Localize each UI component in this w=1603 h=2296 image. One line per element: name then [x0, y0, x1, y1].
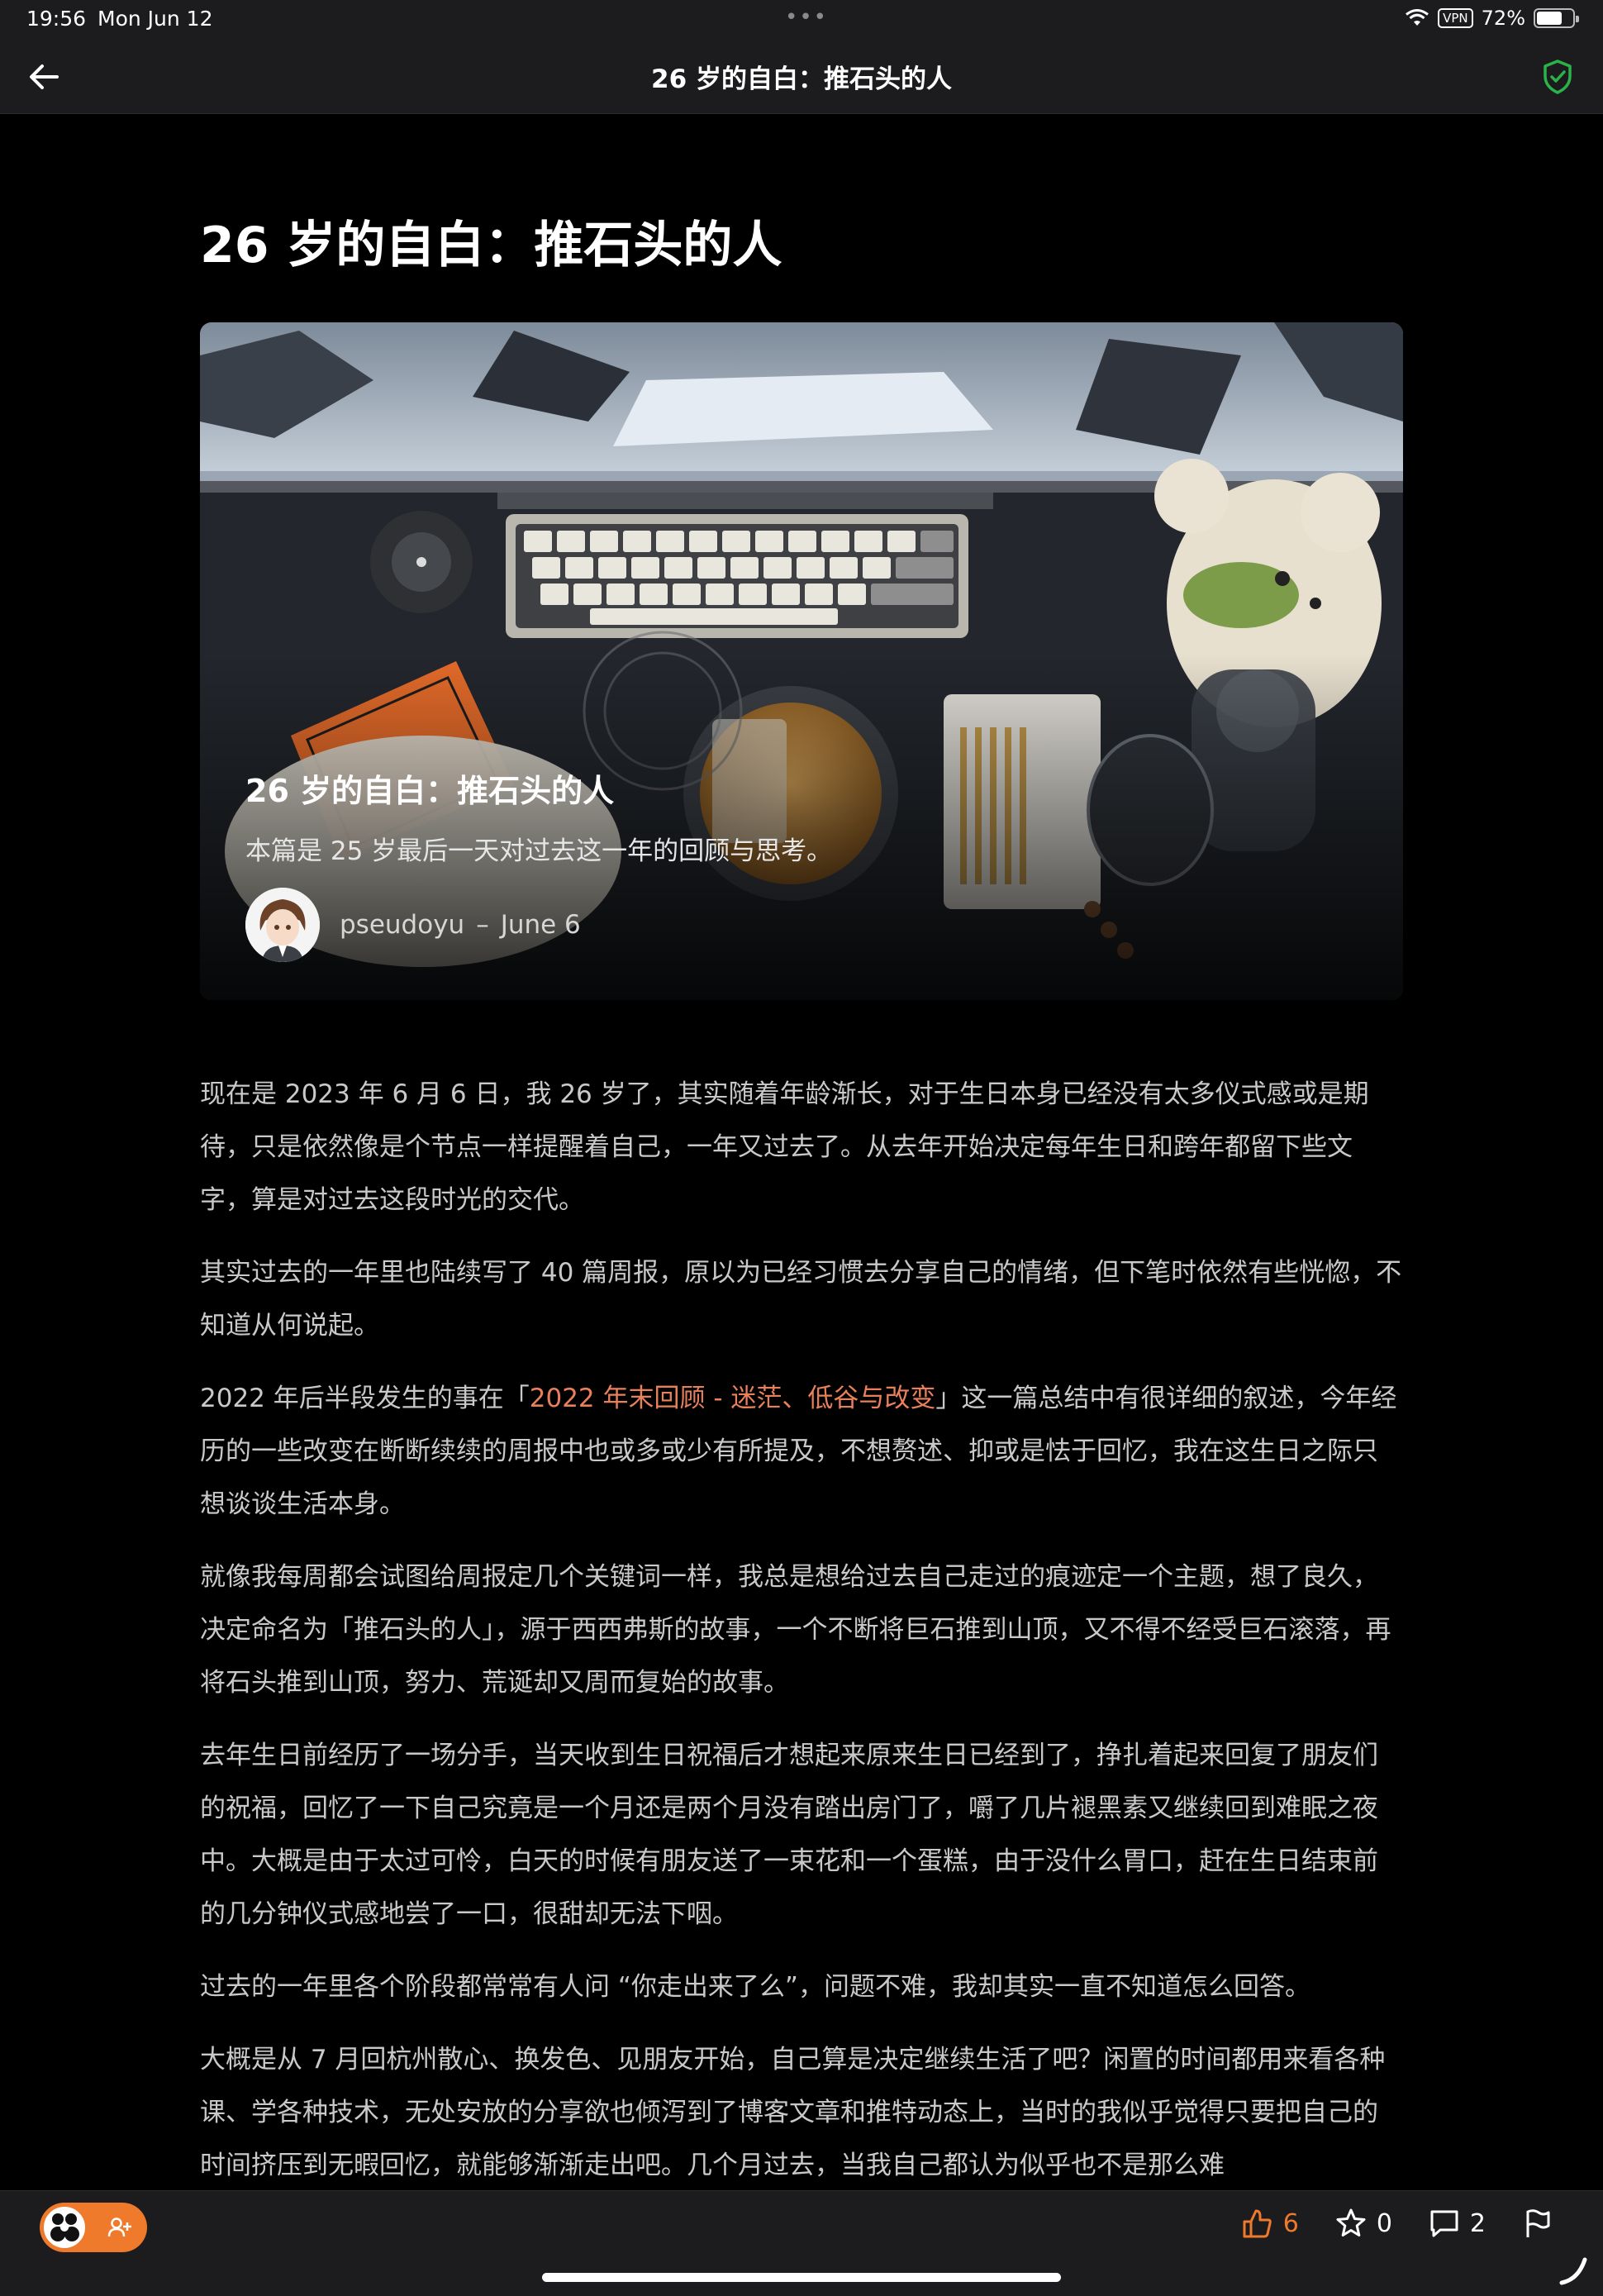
nav-bar: 26 岁的自白：推石头的人: [0, 40, 1603, 114]
status-bar: 19:56 Mon Jun 12 ••• VPN 72%: [0, 0, 1603, 40]
article-body: 现在是 2023 年 6 月 6 日，我 26 岁了，其实随着年龄渐长，对于生日…: [200, 1068, 1403, 2192]
paragraph: 去年生日前经历了一场分手，当天收到生日祝福后才想起来原来生日已经到了，挣扎着起来…: [200, 1741, 1378, 1929]
comment-count: 2: [1469, 2208, 1486, 2238]
author-meta: pseudoyu – June 6: [340, 910, 581, 940]
nav-title: 26 岁的自白：推石头的人: [651, 64, 952, 94]
article-title: 26 岁的自白：推石头的人: [200, 217, 782, 274]
author-avatar[interactable]: [245, 888, 320, 962]
multitasking-dots-icon[interactable]: •••: [785, 5, 828, 30]
author-row[interactable]: pseudoyu – June 6: [245, 888, 581, 962]
home-indicator[interactable]: [542, 2273, 1061, 2282]
hero-subtitle: 本篇是 25 岁最后一天对过去这一年的回顾与思考。: [245, 836, 833, 866]
paragraph: 其实过去的一年里也陆续写了 40 篇周报，原以为已经习惯去分享自己的情绪，但下笔…: [200, 1258, 1402, 1341]
paragraph: 现在是 2023 年 6 月 6 日，我 26 岁了，其实随着年龄渐长，对于生日…: [200, 1079, 1369, 1215]
site-logo-icon: [50, 2213, 79, 2241]
comment-button[interactable]: 2: [1429, 2208, 1486, 2239]
battery-fill: [1537, 12, 1562, 25]
article: 26 岁的自白：推石头的人 26 岁的自白：推石头的人 本篇是 25 岁最后一天…: [200, 114, 1403, 2212]
paragraph: 2022 年后半段发生的事在「2022 年末回顾 - 迷茫、低谷与改变」这一篇总…: [200, 1384, 1397, 1519]
site-avatar[interactable]: [41, 2204, 88, 2251]
recap-2022-link[interactable]: 2022 年末回顾 - 迷茫、低谷与改变: [530, 1384, 936, 1413]
publish-date: June 6: [500, 910, 581, 940]
battery-icon: [1534, 8, 1579, 28]
status-indicators: VPN 72%: [1405, 7, 1579, 30]
author-name[interactable]: pseudoyu: [340, 910, 464, 940]
hero-title: 26 岁的自白：推石头的人: [245, 773, 615, 809]
paragraph: 就像我每周都会试图给周报定几个关键词一样，我总是想给过去自己走过的痕迹定一个主题…: [200, 1562, 1391, 1698]
add-user-icon[interactable]: [107, 2216, 132, 2241]
battery-percent: 72%: [1481, 7, 1525, 30]
avatar-illustration-icon: [245, 888, 320, 962]
vpn-badge: VPN: [1438, 8, 1473, 28]
paragraph: 过去的一年里各个阶段都常常有人问 “你走出来了么”，问题不难，我却其实一直不知道…: [200, 1972, 1310, 2002]
meta-separator: –: [476, 910, 489, 940]
shield-check-icon: [1544, 60, 1572, 94]
article-actions: 6 0 2: [1242, 2208, 1553, 2239]
star-count: 0: [1376, 2208, 1392, 2238]
hero-card[interactable]: 26 岁的自白：推石头的人 本篇是 25 岁最后一天对过去这一年的回顾与思考。 …: [200, 322, 1403, 1000]
like-count: 6: [1282, 2208, 1299, 2238]
like-button[interactable]: 6: [1242, 2208, 1299, 2239]
status-date: Mon Jun 12: [98, 7, 213, 31]
comment-icon: [1430, 2210, 1458, 2237]
shield-button[interactable]: [1537, 56, 1578, 98]
star-button[interactable]: 0: [1335, 2208, 1392, 2239]
thumbs-up-icon: [1243, 2209, 1272, 2238]
flag-icon: [1526, 2209, 1550, 2237]
report-button[interactable]: [1522, 2208, 1553, 2239]
wifi-icon: [1406, 9, 1429, 26]
paragraph: 大概是从 7 月回杭州散心、换发色、见朋友开始，自己算是决定继续生活了吧？闲置的…: [200, 2045, 1386, 2180]
star-icon: [1336, 2208, 1366, 2236]
status-time: 19:56: [26, 7, 87, 31]
pencil-scribble-icon[interactable]: [1557, 2255, 1590, 2288]
author-follow-pill[interactable]: [40, 2203, 147, 2252]
